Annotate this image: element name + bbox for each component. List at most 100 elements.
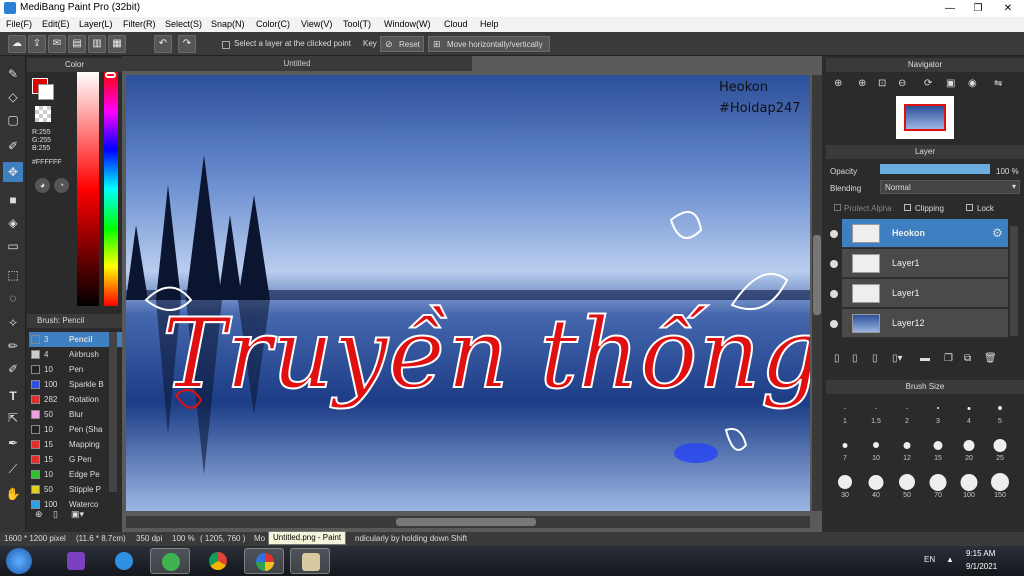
- gear-icon[interactable]: ⚙: [992, 226, 1003, 240]
- brush-scrollbar[interactable]: [109, 332, 117, 492]
- merge-down-icon[interactable]: ⧉: [964, 353, 971, 364]
- text-tool-icon[interactable]: T: [3, 386, 23, 406]
- lock-checkbox[interactable]: [966, 204, 973, 211]
- select-layer-checkbox[interactable]: [222, 41, 230, 49]
- palette-icon[interactable]: ◕: [35, 178, 50, 193]
- layer-row-layer1b[interactable]: Layer1: [842, 279, 1008, 308]
- new-8bit-layer-icon[interactable]: ▯: [872, 353, 878, 364]
- brush-size-option[interactable]: 30: [830, 472, 860, 502]
- navigator-preview[interactable]: [896, 96, 954, 139]
- visibility-toggle-layer12[interactable]: [830, 320, 838, 328]
- flip-icon[interactable]: ▣: [946, 78, 955, 89]
- horizontal-scrollbar[interactable]: [126, 516, 810, 528]
- hue-handle[interactable]: [105, 72, 116, 78]
- shade-slider[interactable]: [77, 72, 99, 306]
- layer-row-layer1[interactable]: Layer1: [842, 249, 1008, 278]
- clock-time[interactable]: 9:15 AM: [966, 549, 995, 558]
- document-icon[interactable]: ▥: [88, 35, 106, 53]
- undo-icon[interactable]: ↶: [154, 35, 172, 53]
- brush-size-option[interactable]: 25: [985, 435, 1015, 465]
- brush-size-option[interactable]: 5: [985, 398, 1015, 428]
- reset-button[interactable]: ⊘ Reset: [380, 36, 424, 52]
- taskbar-chrome[interactable]: [198, 548, 238, 574]
- clock-date[interactable]: 9/1/2021: [966, 562, 997, 571]
- fit-icon[interactable]: ⊡: [878, 78, 886, 89]
- eyedropper-tool-icon[interactable]: ✒: [3, 433, 23, 453]
- delete-layer-icon[interactable]: 🗑: [984, 353, 997, 364]
- hue-slider[interactable]: [104, 72, 118, 306]
- menu-cloud[interactable]: Cloud: [444, 19, 468, 29]
- upload-icon[interactable]: ⇪: [28, 35, 46, 53]
- maximize-button[interactable]: ❐: [964, 0, 992, 17]
- opacity-slider[interactable]: [880, 164, 990, 174]
- dot-tool-icon[interactable]: ✐: [3, 136, 23, 156]
- bucket-tool-icon[interactable]: ◈: [3, 213, 23, 233]
- zoom-in-icon[interactable]: ⊕: [858, 78, 866, 89]
- zoom-icon[interactable]: ⊕: [834, 78, 842, 89]
- brush-size-option[interactable]: 7: [830, 435, 860, 465]
- menu-layer[interactable]: Layer(L): [79, 19, 113, 29]
- layer-row-heokon[interactable]: Heokon ⚙: [842, 219, 1008, 248]
- comment-icon[interactable]: ✉: [48, 35, 66, 53]
- brush-size-option[interactable]: 2: [892, 398, 922, 428]
- taskbar-visual-studio[interactable]: [56, 548, 96, 574]
- cloud-icon[interactable]: ☁: [8, 35, 26, 53]
- brush-size-option[interactable]: 100: [954, 472, 984, 502]
- move-constraint-button[interactable]: ⊞ Move horizontally/vertically: [428, 36, 550, 52]
- rotate-icon[interactable]: ⟳: [924, 78, 932, 89]
- folder-icon[interactable]: ▬: [920, 353, 930, 364]
- clipping-checkbox[interactable]: [904, 204, 911, 211]
- visibility-toggle-layer1[interactable]: [830, 260, 838, 268]
- visibility-toggle-heokon[interactable]: [830, 230, 838, 238]
- redo-icon[interactable]: ↷: [178, 35, 196, 53]
- menu-help[interactable]: Help: [480, 19, 499, 29]
- secondary-color-swatch[interactable]: [38, 84, 54, 100]
- brush-size-option[interactable]: 12: [892, 435, 922, 465]
- brush-size-option[interactable]: 20: [954, 435, 984, 465]
- menu-view[interactable]: View(V): [301, 19, 332, 29]
- protect-alpha-checkbox[interactable]: [834, 204, 841, 211]
- operation-tool-icon[interactable]: ⇱: [3, 408, 23, 428]
- add-brush-icon[interactable]: ⊕: [35, 509, 51, 525]
- taskbar-internet-explorer[interactable]: [104, 548, 144, 574]
- lasso-tool-icon[interactable]: ◌: [3, 288, 23, 308]
- start-button[interactable]: [6, 548, 32, 574]
- brush-size-option[interactable]: 3: [923, 398, 953, 428]
- select-pen-tool-icon[interactable]: ✏: [3, 336, 23, 356]
- document-tab[interactable]: Untitled: [122, 56, 472, 71]
- tray-chevron-icon[interactable]: ▲: [946, 555, 954, 564]
- new-brush-icon[interactable]: ▯: [53, 509, 69, 525]
- brush-menu-icon[interactable]: ▣▾: [71, 509, 95, 525]
- divide-tool-icon[interactable]: ⟋: [3, 459, 23, 479]
- layer-row-layer12[interactable]: Layer12: [842, 309, 1008, 338]
- menu-edit[interactable]: Edit(E): [42, 19, 70, 29]
- hand-tool-icon[interactable]: ✋: [3, 484, 23, 504]
- language-indicator[interactable]: EN: [924, 555, 935, 564]
- artwork[interactable]: Truyền thống Heokon #Hoidap247: [126, 75, 810, 511]
- minimize-button[interactable]: —: [936, 0, 964, 17]
- rectangle-tool-icon[interactable]: ▢: [3, 110, 23, 130]
- brush-size-option[interactable]: 50: [892, 472, 922, 502]
- brush-size-option[interactable]: 10: [861, 435, 891, 465]
- new-layer-icon[interactable]: ▯: [834, 353, 840, 364]
- brush-size-option[interactable]: 4: [954, 398, 984, 428]
- brush-size-option[interactable]: 40: [861, 472, 891, 502]
- flip-horizontal-icon[interactable]: ⇋: [994, 78, 1002, 89]
- fill-rect-tool-icon[interactable]: ■: [3, 190, 23, 210]
- menu-tool[interactable]: Tool(T): [343, 19, 371, 29]
- menu-snap[interactable]: Snap(N): [211, 19, 245, 29]
- menu-select[interactable]: Select(S): [165, 19, 202, 29]
- duplicate-layer-icon[interactable]: ❐: [944, 353, 953, 364]
- layer-scrollbar[interactable]: [1010, 226, 1018, 336]
- zoom-out-icon[interactable]: ⊖: [898, 78, 906, 89]
- chat-icon[interactable]: ▤: [68, 35, 86, 53]
- visibility-toggle-layer1b[interactable]: [830, 290, 838, 298]
- brush-size-option[interactable]: 150: [985, 472, 1015, 502]
- transparent-swatch[interactable]: [35, 106, 51, 122]
- brush-size-option[interactable]: 1.5: [861, 398, 891, 428]
- gradient-tool-icon[interactable]: ▭: [3, 236, 23, 256]
- reset-view-icon[interactable]: ◉: [968, 78, 977, 89]
- layers-icon[interactable]: ▦: [108, 35, 126, 53]
- vertical-scrollbar[interactable]: [812, 75, 822, 511]
- taskbar-paint[interactable]: [290, 548, 330, 574]
